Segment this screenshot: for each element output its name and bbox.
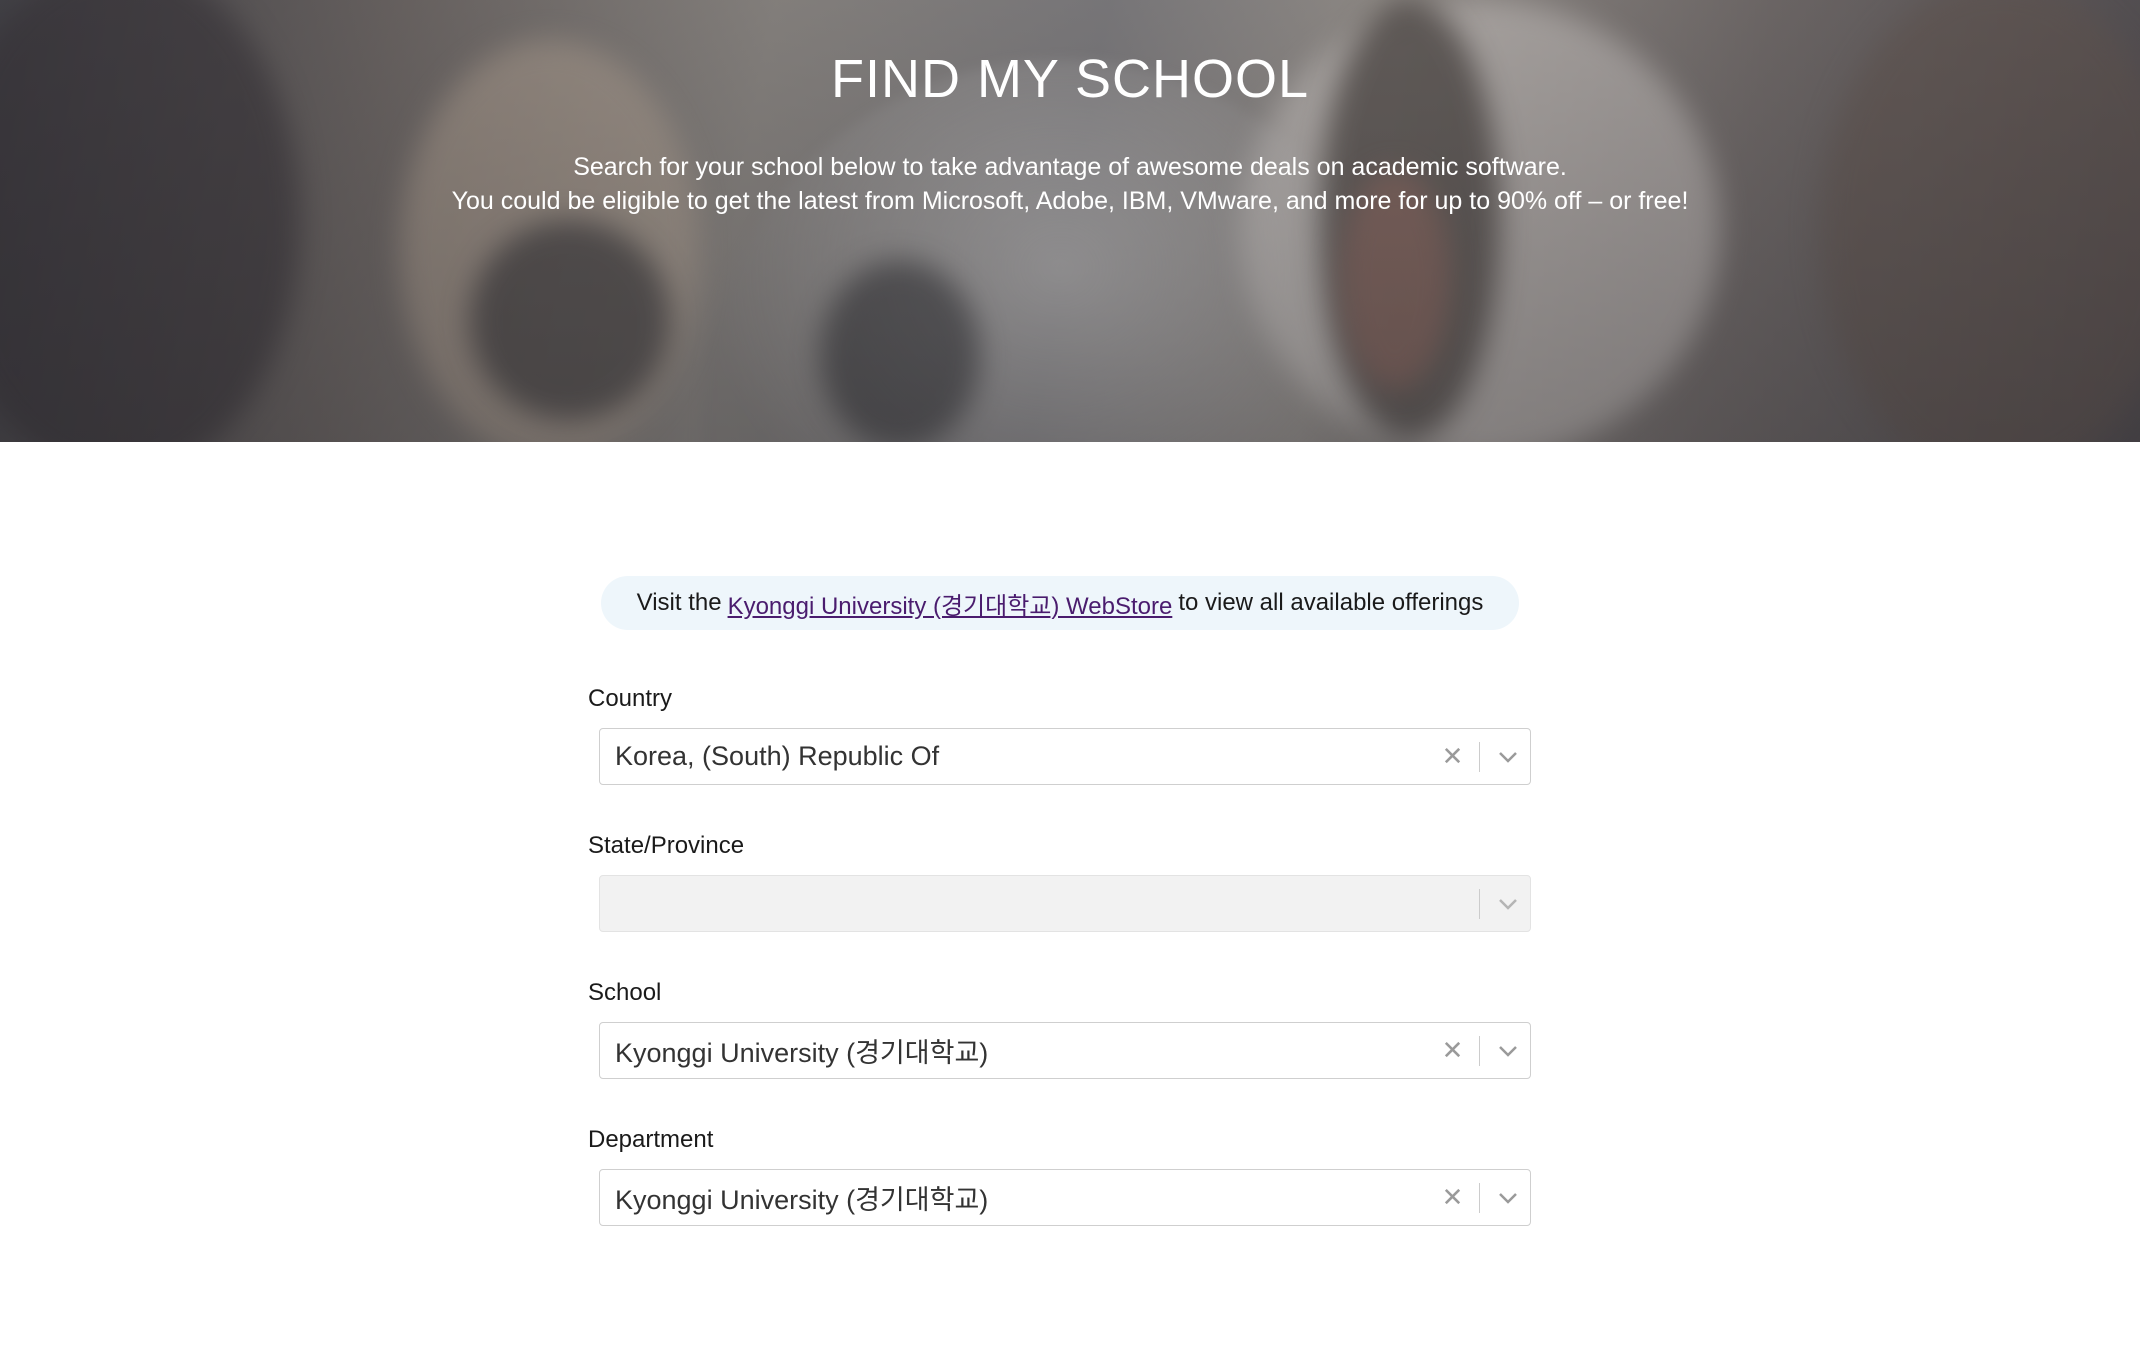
state-label: State/Province (588, 832, 745, 859)
chevron-down-icon[interactable] (1486, 737, 1530, 777)
department-select-value: Kyonggi University (경기대학교) (615, 1185, 989, 1215)
hero-subtitle-line-1: Search for your school below to take adv… (573, 153, 1567, 181)
chevron-down-icon[interactable] (1486, 1031, 1530, 1071)
hero-banner: FIND MY SCHOOL Search for your school be… (0, 0, 2140, 442)
notice-prefix: Visit the (636, 589, 722, 616)
school-select-value: Kyonggi University (경기대학교) (615, 1038, 989, 1068)
webstore-link[interactable]: Kyonggi University (경기대학교) WebStore (728, 586, 1173, 621)
webstore-notice: Visit the Kyonggi University (경기대학교) Web… (601, 576, 1519, 630)
department-select[interactable]: Kyonggi University (경기대학교) ✕ (599, 1169, 1531, 1226)
school-select[interactable]: Kyonggi University (경기대학교) ✕ (599, 1022, 1531, 1079)
department-field: Department Kyonggi University (경기대학교) ✕ (588, 1123, 1532, 1226)
school-finder-form: Visit the Kyonggi University (경기대학교) Web… (588, 576, 1532, 1226)
country-label: Country (588, 685, 673, 712)
state-field: State/Province (588, 829, 1532, 932)
hero-subtitle: Search for your school below to take adv… (0, 150, 2140, 218)
select-separator (1478, 888, 1480, 919)
select-separator (1478, 1182, 1480, 1213)
page-title: FIND MY SCHOOL (830, 49, 1310, 109)
country-select-value: Korea, (South) Republic Of (615, 741, 940, 771)
country-select[interactable]: Korea, (South) Republic Of ✕ (599, 728, 1531, 785)
hero-subtitle-line-2: You could be eligible to get the latest … (451, 187, 1689, 215)
department-label: Department (588, 1126, 714, 1153)
close-icon[interactable]: ✕ (1433, 737, 1473, 777)
school-label: School (588, 979, 662, 1006)
notice-suffix: to view all available offerings (1178, 589, 1484, 616)
select-separator (1478, 1035, 1480, 1066)
close-icon[interactable]: ✕ (1433, 1178, 1473, 1218)
school-field: School Kyonggi University (경기대학교) ✕ (588, 976, 1532, 1079)
close-icon[interactable]: ✕ (1433, 1031, 1473, 1071)
select-separator (1478, 741, 1480, 772)
state-select[interactable] (599, 875, 1531, 932)
chevron-down-icon[interactable] (1486, 884, 1530, 924)
chevron-down-icon[interactable] (1486, 1178, 1530, 1218)
country-field: Country Korea, (South) Republic Of ✕ (588, 682, 1532, 785)
